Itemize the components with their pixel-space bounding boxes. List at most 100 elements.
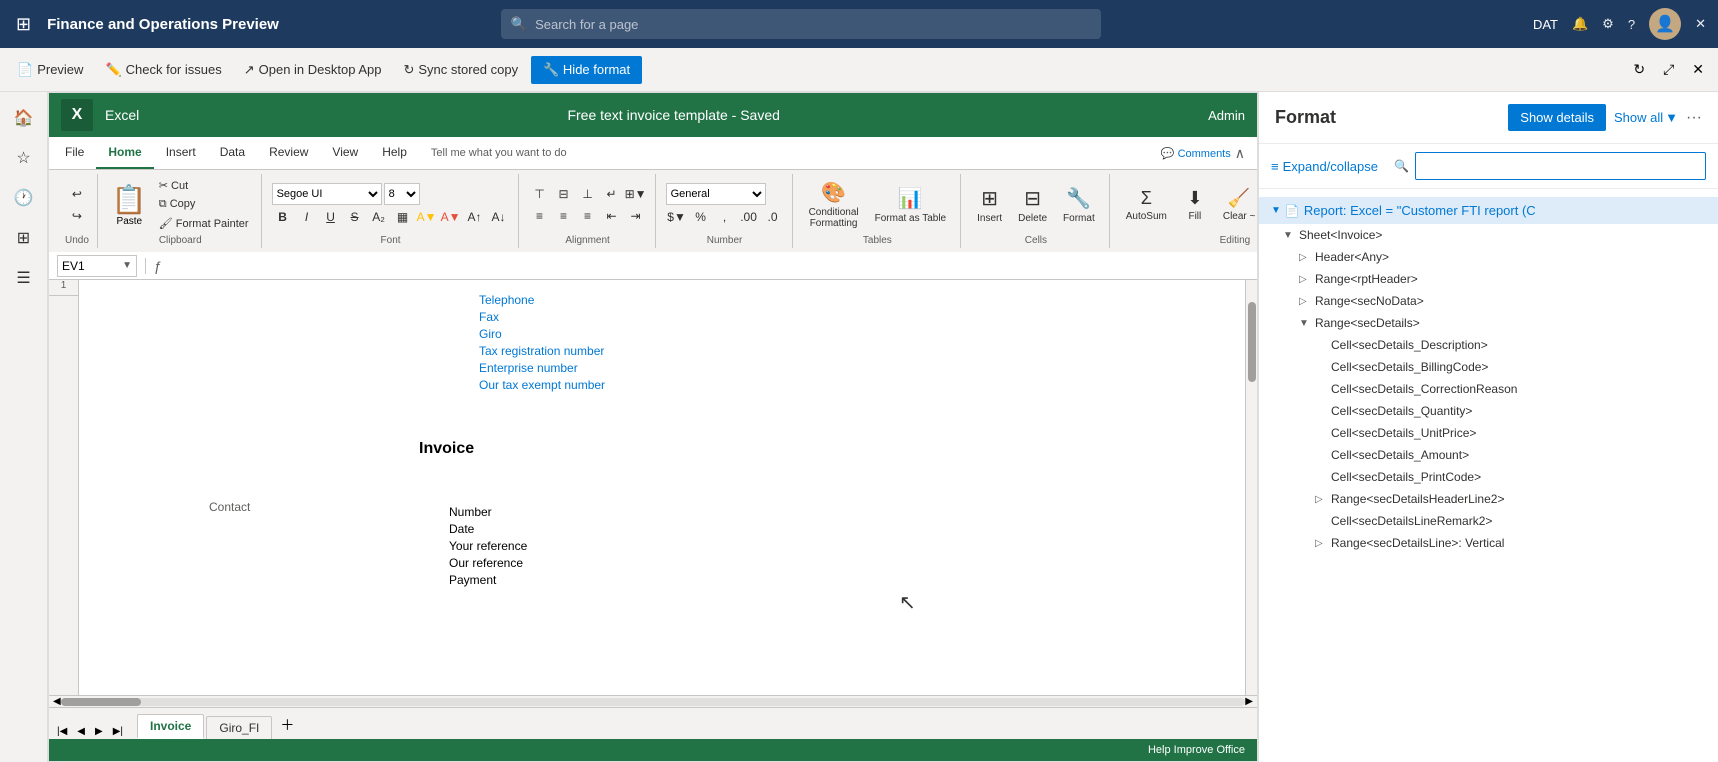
sheet-last-button[interactable]: ▶|: [109, 724, 127, 739]
sheet-next-button[interactable]: ▶: [91, 724, 107, 739]
panel-search-input[interactable]: [1424, 159, 1697, 174]
scroll-track[interactable]: [61, 698, 1246, 706]
tree-item-cell-unitprice[interactable]: Cell<secDetails_UnitPrice>: [1259, 422, 1718, 444]
tree-item-cell-desc[interactable]: Cell<secDetails_Description>: [1259, 334, 1718, 356]
fill-color-button[interactable]: A▼: [416, 207, 438, 227]
formula-insert-icon[interactable]: ƒ: [154, 258, 162, 274]
popout-button[interactable]: ⤢: [1657, 57, 1680, 82]
merge-button[interactable]: ⊞▼: [625, 184, 647, 204]
sheet-first-button[interactable]: |◀: [53, 724, 71, 739]
decrease-font-button[interactable]: A↓: [488, 207, 510, 227]
tree-item-cell-billingcode[interactable]: Cell<secDetails_BillingCode>: [1259, 356, 1718, 378]
strikethrough-button[interactable]: S: [344, 207, 366, 227]
font-family-select[interactable]: Segoe UI: [272, 183, 382, 205]
undo-button[interactable]: ↩: [66, 184, 88, 204]
formula-input[interactable]: [170, 255, 1249, 277]
format-as-table-button[interactable]: 📊 Format as Table: [869, 182, 953, 228]
decrease-decimal-button[interactable]: .0: [762, 207, 784, 227]
notifications-icon[interactable]: 🔔: [1572, 16, 1588, 32]
refresh-button[interactable]: ↻: [1627, 57, 1651, 82]
sidebar-menu-icon[interactable]: ☰: [8, 260, 38, 296]
sidebar-recent-icon[interactable]: 🕐: [6, 180, 42, 216]
tree-item-range-secdetailsline[interactable]: ▷ Range<secDetailsLine>: Vertical: [1259, 532, 1718, 554]
percent-button[interactable]: %: [690, 207, 712, 227]
sheet-tab-giro[interactable]: Giro_FI: [206, 716, 272, 739]
sidebar-star-icon[interactable]: ☆: [8, 140, 38, 176]
user-avatar[interactable]: 👤: [1649, 8, 1681, 40]
close-panel-button[interactable]: ✕: [1686, 57, 1710, 82]
insert-cells-button[interactable]: ⊞ Insert: [971, 182, 1008, 228]
sidebar-home-icon[interactable]: 🏠: [6, 100, 42, 136]
show-all-button[interactable]: Show all ▼: [1614, 110, 1678, 125]
tab-insert[interactable]: Insert: [154, 137, 208, 169]
sheet-tab-invoice[interactable]: Invoice: [137, 714, 204, 739]
underline-button[interactable]: U: [320, 207, 342, 227]
open-desktop-button[interactable]: ↗ Open in Desktop App: [235, 57, 391, 83]
align-center-button[interactable]: ≡: [553, 206, 575, 226]
global-search[interactable]: 🔍 Search for a page: [501, 9, 1101, 39]
align-bottom-button[interactable]: ⊥: [577, 184, 599, 204]
tell-me-placeholder[interactable]: Tell me what you want to do: [431, 147, 567, 159]
number-format-select[interactable]: General: [666, 183, 766, 205]
redo-button[interactable]: ↪: [66, 206, 88, 226]
align-right-button[interactable]: ≡: [577, 206, 599, 226]
show-details-button[interactable]: Show details: [1508, 104, 1606, 131]
tab-home[interactable]: Home: [96, 137, 153, 169]
sync-button[interactable]: ↻ Sync stored copy: [394, 57, 527, 83]
increase-indent-button[interactable]: ⇥: [625, 206, 647, 226]
sidebar-workspace-icon[interactable]: ⊞: [9, 220, 38, 256]
tree-item-cell-lineremark2[interactable]: Cell<secDetailsLineRemark2>: [1259, 510, 1718, 532]
check-issues-button[interactable]: ✏️ Check for issues: [96, 57, 230, 83]
spreadsheet-area[interactable]: 1 Telephone Fax Giro Tax registration nu…: [49, 280, 1257, 695]
close-nav-icon[interactable]: ✕: [1695, 16, 1706, 32]
delete-cells-button[interactable]: ⊟ Delete: [1012, 182, 1053, 228]
preview-button[interactable]: 📄 Preview: [8, 57, 92, 83]
autosum-button[interactable]: Σ AutoSum: [1120, 184, 1173, 226]
tab-data[interactable]: Data: [208, 137, 257, 169]
format-cells-button[interactable]: 🔧 Format: [1057, 182, 1101, 228]
comma-button[interactable]: ,: [714, 207, 736, 227]
scroll-left-button[interactable]: ◀: [53, 696, 61, 707]
vertical-scroll-thumb[interactable]: [1248, 302, 1256, 382]
font-size-select[interactable]: 8: [384, 183, 420, 205]
tree-item-cell-quantity[interactable]: Cell<secDetails_Quantity>: [1259, 400, 1718, 422]
tree-item-cell-correctionreason[interactable]: Cell<secDetails_CorrectionReason: [1259, 378, 1718, 400]
border-button[interactable]: ▦: [392, 207, 414, 227]
clear-button[interactable]: 🧹 Clear ~: [1217, 184, 1262, 226]
wrap-text-button[interactable]: ↵: [601, 184, 623, 204]
comments-button[interactable]: 💬 Comments: [1161, 147, 1231, 160]
decrease-indent-button[interactable]: ⇤: [601, 206, 623, 226]
tree-item-range-secdetails[interactable]: ▼ Range<secDetails>: [1259, 312, 1718, 334]
hide-format-button[interactable]: 🔧 Hide format: [531, 56, 642, 84]
sheet-add-button[interactable]: ＋: [274, 711, 300, 739]
tree-root-item[interactable]: ▼ 📄 Report: Excel = "Customer FTI report…: [1259, 197, 1718, 224]
increase-font-button[interactable]: A↑: [464, 207, 486, 227]
tree-item-cell-amount[interactable]: Cell<secDetails_Amount>: [1259, 444, 1718, 466]
italic-button[interactable]: I: [296, 207, 318, 227]
tree-item-range-secnodata[interactable]: ▷ Range<secNoData>: [1259, 290, 1718, 312]
align-middle-button[interactable]: ⊟: [553, 184, 575, 204]
horizontal-scrollbar[interactable]: ◀ ▶: [49, 695, 1257, 707]
cut-button[interactable]: ✂ Cut: [155, 177, 253, 194]
waffle-icon[interactable]: ⊞: [12, 10, 35, 39]
tab-help[interactable]: Help: [370, 137, 419, 169]
expand-collapse-button[interactable]: ≡ Expand/collapse: [1271, 159, 1378, 174]
panel-search-box[interactable]: [1415, 152, 1706, 180]
subscript-button[interactable]: A₂: [368, 207, 390, 227]
tree-item-range-rptheader[interactable]: ▷ Range<rptHeader>: [1259, 268, 1718, 290]
scroll-thumb[interactable]: [61, 698, 141, 706]
tree-item-range-secdetailsheaderline2[interactable]: ▷ Range<secDetailsHeaderLine2>: [1259, 488, 1718, 510]
sheet-prev-button[interactable]: ◀: [73, 724, 89, 739]
conditional-formatting-button[interactable]: 🎨 ConditionalFormatting: [803, 176, 865, 233]
tree-item-header-any[interactable]: ▷ Header<Any>: [1259, 246, 1718, 268]
tab-view[interactable]: View: [320, 137, 370, 169]
settings-icon[interactable]: ⚙: [1602, 16, 1614, 32]
scroll-right-button[interactable]: ▶: [1245, 696, 1253, 707]
ribbon-collapse-button[interactable]: ∧: [1235, 145, 1245, 162]
cell-ref-dropdown[interactable]: ▼: [122, 260, 132, 271]
tree-item-sheet-invoice[interactable]: ▼ Sheet<Invoice>: [1259, 224, 1718, 246]
tab-review[interactable]: Review: [257, 137, 320, 169]
cell-reference-box[interactable]: EV1 ▼: [57, 255, 137, 277]
increase-decimal-button[interactable]: .00: [738, 207, 760, 227]
tree-item-cell-printcode[interactable]: Cell<secDetails_PrintCode>: [1259, 466, 1718, 488]
